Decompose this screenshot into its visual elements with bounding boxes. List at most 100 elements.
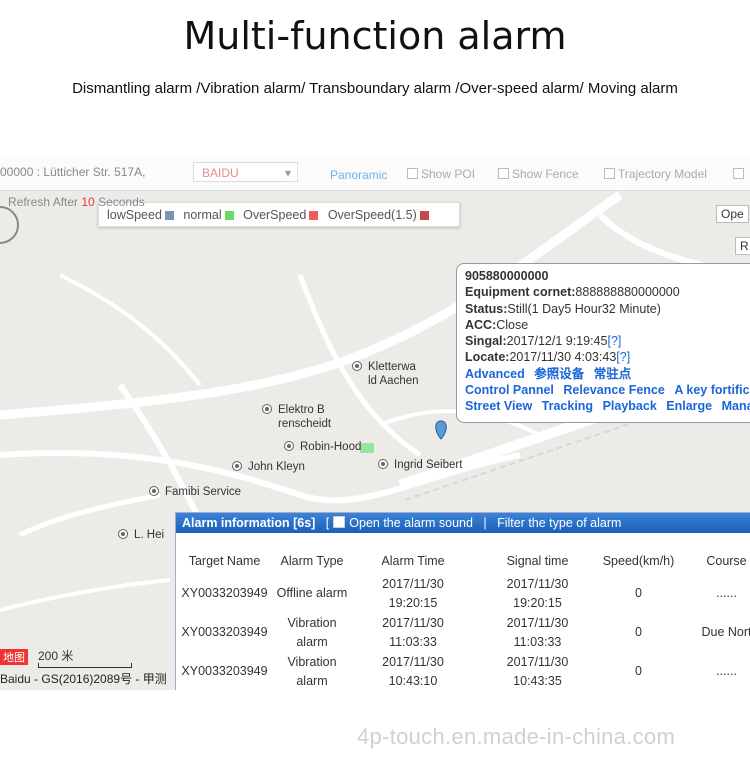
legend-swatch bbox=[224, 211, 234, 220]
target-name-cell: XY0033203949 bbox=[181, 625, 268, 639]
column-header[interactable]: Speed(km/h) bbox=[600, 549, 677, 574]
control-panel-link[interactable]: Control Pannel bbox=[465, 383, 554, 397]
filter-alarm-link[interactable]: Filter the type of alarm bbox=[497, 516, 621, 530]
panoramic-link[interactable]: Panoramic bbox=[330, 168, 387, 182]
poi-famibi-service[interactable]: Famibi Service bbox=[149, 485, 241, 499]
column-header[interactable]: Target Name bbox=[176, 549, 273, 574]
locate-help-link[interactable]: [?] bbox=[616, 350, 630, 364]
poi-label: Kletterwa bbox=[368, 361, 416, 373]
legend-swatch bbox=[164, 211, 174, 220]
poi-label: renscheidt bbox=[278, 418, 332, 430]
speed-cell: 0 bbox=[635, 586, 642, 600]
alarm-type-cell: Vibration alarm bbox=[287, 654, 337, 688]
open-sound-toggle[interactable]: [Open the alarm sound bbox=[319, 516, 473, 530]
locate-value: 2017/11/30 4:03:43 bbox=[509, 350, 617, 365]
address-text: 00000 : Lütticher Str. 517A, bbox=[0, 165, 146, 179]
legend-label: normal bbox=[183, 208, 222, 222]
key-fortification-link[interactable]: A key fortifica bbox=[674, 383, 750, 397]
alarm-time-cell: 2017/11/30 11:03:33 bbox=[351, 613, 475, 652]
poi-label: Robin-Hood bbox=[300, 441, 362, 453]
locate-label: Locate: bbox=[465, 350, 510, 365]
column-header[interactable]: Alarm Type bbox=[273, 549, 351, 574]
alarm-clock: 19:20:15 bbox=[388, 595, 438, 610]
column-header[interactable]: Signal time bbox=[475, 549, 600, 574]
column-header[interactable]: Course bbox=[677, 549, 750, 574]
poi-icon bbox=[378, 459, 388, 469]
course-cell: ...... bbox=[716, 664, 737, 678]
alarm-clock: 11:03:33 bbox=[389, 634, 437, 649]
table-row[interactable]: XY0033203949 Offline alarm 2017/11/30 19:… bbox=[176, 574, 750, 613]
advanced-link[interactable]: Advanced bbox=[465, 367, 525, 381]
legend-item: OverSpeed bbox=[243, 208, 324, 222]
device-info-popup: 905880000000 Equipment cornet:8888888800… bbox=[456, 263, 750, 423]
equipment-value: 888888880000000 bbox=[575, 285, 680, 300]
legend-label: lowSpeed bbox=[107, 208, 162, 222]
trajectory-model-checkbox[interactable]: Trajectory Model bbox=[604, 167, 707, 181]
signal-time-cell: 2017/11/30 11:03:33 bbox=[475, 613, 600, 652]
enlarge-link[interactable]: Enlarge bbox=[666, 399, 712, 413]
resident-point-link[interactable]: 常驻点 bbox=[594, 367, 632, 381]
table-row[interactable]: XY0033203949 Vibration alarm 2017/11/30 1… bbox=[176, 613, 750, 652]
poi-robin-hood[interactable]: Robin-Hood bbox=[284, 440, 361, 454]
course-cell: ...... bbox=[716, 586, 737, 600]
signal-date: 2017/11/30 bbox=[506, 654, 569, 669]
playback-link[interactable]: Playback bbox=[603, 399, 657, 413]
target-name-cell: XY0033203949 bbox=[181, 664, 268, 678]
checkbox-icon bbox=[604, 168, 615, 179]
signal-help-link[interactable]: [?] bbox=[607, 334, 621, 348]
legend-swatch bbox=[309, 211, 319, 220]
poi-icon bbox=[262, 404, 272, 414]
trajectory-model-label: Trajectory Model bbox=[618, 167, 707, 181]
legend-item: OverSpeed(1.5) bbox=[328, 208, 435, 222]
map-type-select[interactable]: BAIDU ▾ bbox=[193, 162, 298, 182]
poi-icon bbox=[232, 461, 242, 471]
acc-value: Close bbox=[496, 317, 529, 332]
speed-legend: lowSpeed normal OverSpeed OverSpeed(1.5) bbox=[98, 202, 460, 227]
table-header: Target Name Alarm Type Alarm Time Signal… bbox=[176, 549, 750, 574]
signal-clock: 10:43:35 bbox=[513, 673, 562, 688]
street-view-link[interactable]: Street View bbox=[465, 399, 532, 413]
poi-icon bbox=[352, 361, 362, 371]
table-row[interactable]: XY0033203949 Vibration alarm 2017/11/30 1… bbox=[176, 652, 750, 690]
poi-ingrid-seibert[interactable]: Ingrid Seibert bbox=[378, 458, 462, 472]
reference-device-link[interactable]: 参照设备 bbox=[534, 367, 584, 381]
page-title: Multi-function alarm bbox=[183, 14, 567, 58]
legend-swatch bbox=[419, 211, 429, 220]
poi-kletterwald[interactable]: Kletterwa ld Aachen bbox=[352, 360, 419, 388]
manage-link[interactable]: Mana bbox=[722, 399, 750, 413]
signal-time-cell: 2017/11/30 19:20:15 bbox=[475, 574, 600, 613]
alarm-clock: 10:43:10 bbox=[388, 673, 438, 688]
alarm-date: 2017/11/30 bbox=[382, 576, 444, 591]
signal-value: 2017/12/1 9:19:45 bbox=[506, 334, 608, 349]
signal-label: Singal: bbox=[465, 334, 507, 349]
checkbox-icon bbox=[333, 516, 346, 528]
status-value: Still(1 Day5 Hour32 Minute) bbox=[507, 301, 661, 316]
show-fence-checkbox[interactable]: Show Fence bbox=[498, 167, 579, 181]
status-label: Status: bbox=[465, 301, 508, 316]
column-header[interactable]: Alarm Time bbox=[351, 549, 475, 574]
open-sound-label: Open the alarm sound bbox=[349, 516, 473, 530]
map-copyright: Baidu - GS(2016)2089号 - 甲测 bbox=[0, 672, 167, 686]
refresh-countdown: Refresh After 10 Seconds bbox=[8, 195, 145, 209]
signal-clock: 19:20:15 bbox=[513, 595, 562, 610]
refresh-suffix: Seconds bbox=[94, 195, 145, 209]
checkbox-icon bbox=[407, 168, 418, 179]
show-poi-checkbox[interactable]: Show POI bbox=[407, 167, 475, 181]
legend-label: OverSpeed bbox=[243, 208, 307, 222]
relevance-fence-link[interactable]: Relevance Fence bbox=[563, 383, 664, 397]
r-button[interactable]: R bbox=[735, 237, 750, 255]
alarm-type-cell: Vibration alarm bbox=[287, 615, 337, 649]
extra-checkbox[interactable] bbox=[733, 167, 747, 181]
tracking-link[interactable]: Tracking bbox=[542, 399, 593, 413]
open-button[interactable]: Ope bbox=[716, 205, 749, 223]
signal-date: 2017/11/30 bbox=[506, 615, 569, 630]
map-logo: 地图 bbox=[0, 649, 28, 665]
poi-john-kleyn[interactable]: John Kleyn bbox=[232, 460, 305, 474]
poi-elektro[interactable]: Elektro B renscheidt bbox=[262, 403, 331, 431]
alarm-panel-title: Alarm information [6s] bbox=[182, 516, 316, 530]
poi-l-hei[interactable]: L. Hei bbox=[118, 528, 164, 542]
map-scale-label: 200 米 bbox=[38, 649, 74, 663]
acc-label: ACC: bbox=[465, 317, 497, 332]
alarm-time-cell: 2017/11/30 10:43:10 bbox=[351, 652, 475, 690]
alarm-date: 2017/11/30 bbox=[382, 654, 444, 669]
